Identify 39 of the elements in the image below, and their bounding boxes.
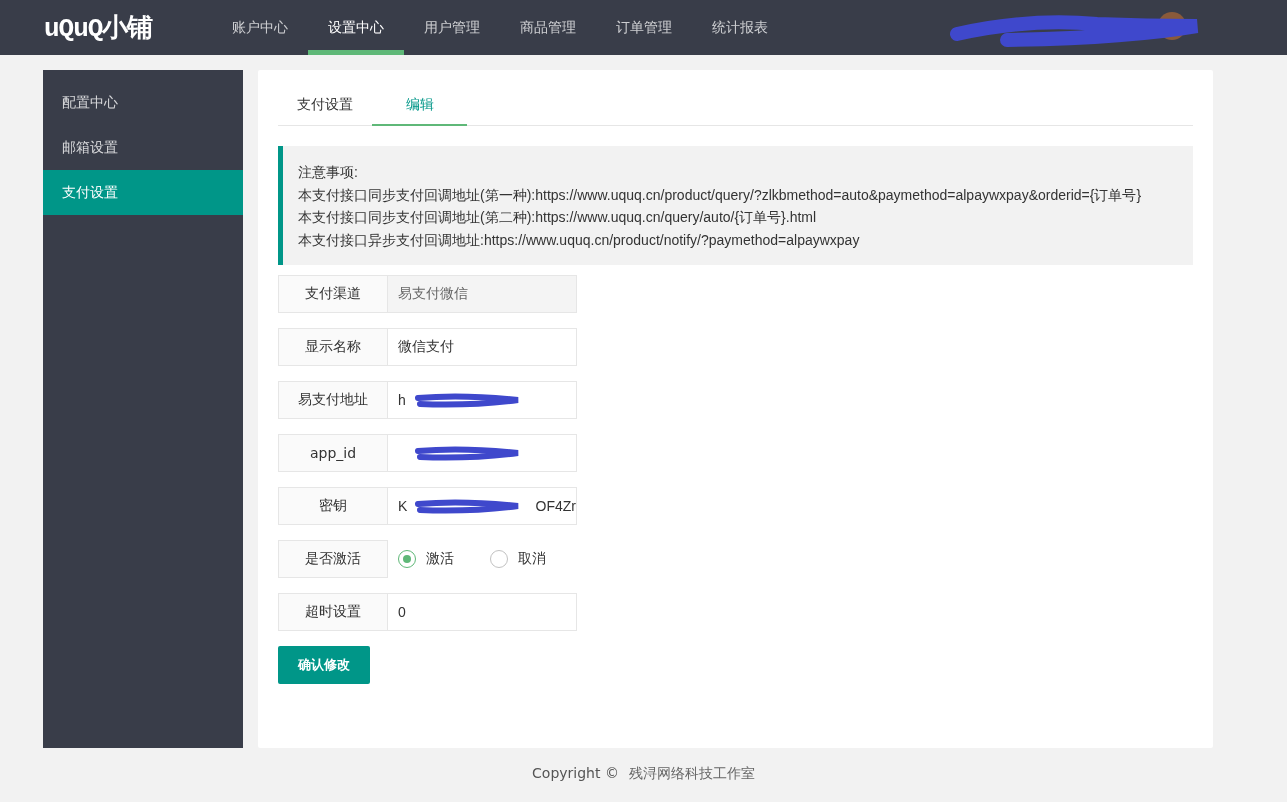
sidebar-item[interactable]: 支付设置 bbox=[43, 170, 243, 215]
field-label: 超时设置 bbox=[278, 593, 388, 631]
input-field[interactable]: h bbox=[388, 381, 577, 419]
field-label: 是否激活 bbox=[278, 540, 388, 578]
input-field[interactable]: 0 bbox=[388, 593, 577, 631]
company-link[interactable]: 残浔网络科技工作室 bbox=[628, 765, 755, 783]
nav-link[interactable]: 订单管理 bbox=[596, 5, 692, 55]
notice-text: 本支付接口同步支付回调地址(第一种):https://www.uquq.cn/product/query/?zlkbmethod=auto&paymethod=alpaywxpay&orderid={订单号} bbox=[298, 185, 1143, 205]
nav-link[interactable]: 设置中心 bbox=[308, 5, 404, 55]
input-field[interactable]: K OF4Zr bbox=[388, 487, 577, 525]
field-value: OF4Zr bbox=[535, 498, 576, 514]
field-value: 微信支付 bbox=[398, 338, 454, 356]
field-value: 易支付微信 bbox=[398, 285, 468, 303]
tab[interactable]: 支付设置 bbox=[278, 85, 372, 126]
field-value: h bbox=[398, 392, 406, 408]
field-label: 显示名称 bbox=[278, 328, 388, 366]
nav-link[interactable]: 商品管理 bbox=[500, 5, 596, 55]
logo: uQuQ小铺 bbox=[43, 13, 154, 46]
field-value: K bbox=[398, 498, 408, 514]
radio-label: 取消 bbox=[518, 550, 546, 568]
nav-link[interactable]: 用户管理 bbox=[404, 5, 500, 55]
radio-label: 激活 bbox=[426, 550, 454, 568]
sidebar-item[interactable]: 配置中心 bbox=[43, 80, 243, 125]
copyright-text: Copyright © bbox=[532, 765, 619, 783]
field-label: app_id bbox=[278, 434, 388, 472]
submit-button[interactable]: 确认修改 bbox=[278, 646, 370, 684]
notice-text: 本支付接口同步支付回调地址(第二种):https://www.uquq.cn/query/auto/{订单号}.html bbox=[298, 208, 818, 227]
tab[interactable]: 编辑 bbox=[372, 85, 467, 126]
nav-link[interactable]: 统计报表 bbox=[692, 5, 788, 55]
sidebar-item[interactable]: 邮箱设置 bbox=[43, 125, 243, 170]
field-value: 0 bbox=[398, 604, 406, 620]
notice-title: 注意事项: bbox=[298, 163, 359, 182]
field-label: 密钥 bbox=[278, 487, 388, 525]
input-field[interactable] bbox=[388, 434, 577, 472]
input-field[interactable]: 微信支付 bbox=[388, 328, 577, 366]
nav-link[interactable]: 账户中心 bbox=[212, 5, 308, 55]
field-label: 支付渠道 bbox=[278, 275, 388, 313]
notice-text: 本支付接口异步支付回调地址:https://www.uquq.cn/product/notify/?paymethod=alpaywxpay bbox=[298, 230, 861, 250]
field-label: 易支付地址 bbox=[278, 381, 388, 419]
